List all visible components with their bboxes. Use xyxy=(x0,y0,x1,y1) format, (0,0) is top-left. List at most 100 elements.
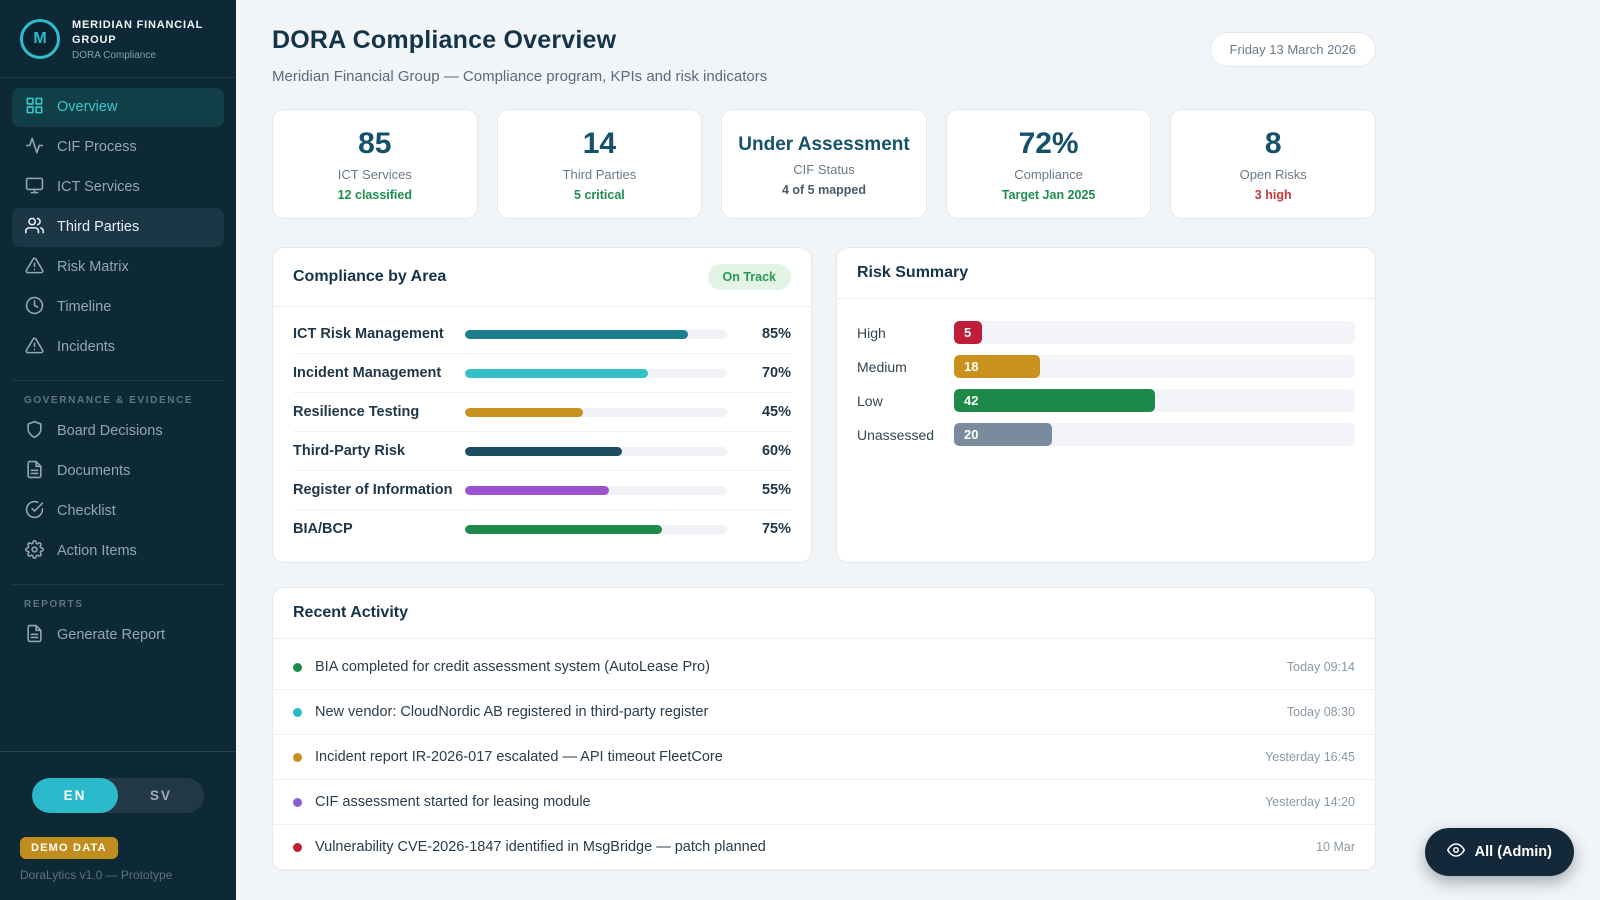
language-option-sv[interactable]: SV xyxy=(118,778,204,813)
compliance-row: Resilience Testing 45% xyxy=(293,393,791,432)
sidebar-item-label: Incidents xyxy=(57,339,115,355)
kpi-row: 85 ICT Services 12 classified 14 Third P… xyxy=(272,109,1376,219)
compliance-label: Third-Party Risk xyxy=(293,443,465,459)
kpi-label: Open Risks xyxy=(1240,167,1307,182)
sidebar-divider xyxy=(12,584,224,585)
activity-timestamp: Yesterday 16:45 xyxy=(1265,750,1355,764)
file-text-icon xyxy=(25,624,44,647)
sidebar-item-label: Board Decisions xyxy=(57,423,163,439)
risk-label: Low xyxy=(857,393,954,409)
page-header: DORA Compliance Overview Meridian Financ… xyxy=(272,26,1376,85)
kpi-value: 72% xyxy=(1019,127,1079,160)
sidebar-item-label: Documents xyxy=(57,463,130,479)
sidebar-item-label: Generate Report xyxy=(57,627,165,643)
activity-text: BIA completed for credit assessment syst… xyxy=(315,659,710,675)
language-toggle[interactable]: EN SV xyxy=(32,778,204,813)
compliance-percent: 45% xyxy=(749,404,791,420)
sidebar-item-generate-report[interactable]: Generate Report xyxy=(12,616,224,655)
risk-fill: 20 xyxy=(954,423,1052,446)
kpi-card-compliance: 72% Compliance Target Jan 2025 xyxy=(946,109,1152,219)
compliance-row: ICT Risk Management 85% xyxy=(293,315,791,354)
activity-icon xyxy=(25,136,44,159)
kpi-label: ICT Services xyxy=(338,167,412,182)
main-content: DORA Compliance Overview Meridian Financ… xyxy=(236,0,1600,871)
compliance-label: Resilience Testing xyxy=(293,404,465,420)
sidebar-item-overview[interactable]: Overview xyxy=(12,88,224,127)
date-chip: Friday 13 March 2026 xyxy=(1210,32,1376,67)
brand: M MERIDIAN FINANCIAL GROUP DORA Complian… xyxy=(0,0,236,78)
kpi-card-ict-services: 85 ICT Services 12 classified xyxy=(272,109,478,219)
risk-track: 18 xyxy=(954,355,1355,378)
sidebar-item-risk-matrix[interactable]: Risk Matrix xyxy=(12,248,224,287)
activity-dot xyxy=(293,843,302,852)
sidebar-nav-governance: Board Decisions Documents Checklist Acti… xyxy=(0,412,236,572)
compliance-percent: 75% xyxy=(749,521,791,537)
progress-fill xyxy=(465,369,648,378)
sidebar-item-label: Overview xyxy=(57,99,117,115)
sidebar-item-label: Action Items xyxy=(57,543,137,559)
compliance-label: Incident Management xyxy=(293,365,465,381)
sidebar-item-checklist[interactable]: Checklist xyxy=(12,492,224,531)
sidebar-divider xyxy=(12,380,224,381)
sidebar-footer: EN SV DEMO DATA DoraLytics v1.0 — Protot… xyxy=(0,751,236,900)
sidebar-item-incidents[interactable]: Incidents xyxy=(12,328,224,367)
sidebar-item-timeline[interactable]: Timeline xyxy=(12,288,224,327)
activity-item: BIA completed for credit assessment syst… xyxy=(273,645,1375,690)
progress-fill xyxy=(465,447,622,456)
compliance-bars: ICT Risk Management 85% Incident Managem… xyxy=(273,307,811,562)
risk-fill: 5 xyxy=(954,321,982,344)
activity-timestamp: 10 Mar xyxy=(1316,840,1355,854)
activity-item: CIF assessment started for leasing modul… xyxy=(273,780,1375,825)
risk-row: Medium 18 xyxy=(857,355,1355,378)
progress-fill xyxy=(465,525,662,534)
risk-track: 42 xyxy=(954,389,1355,412)
sidebar-item-ict-services[interactable]: ICT Services xyxy=(12,168,224,207)
compliance-by-area-panel: Compliance by Area On Track ICT Risk Man… xyxy=(272,247,812,563)
sidebar-item-label: Risk Matrix xyxy=(57,259,129,275)
sidebar-item-documents[interactable]: Documents xyxy=(12,452,224,491)
sidebar-item-action-items[interactable]: Action Items xyxy=(12,532,224,571)
activity-timestamp: Yesterday 14:20 xyxy=(1265,795,1355,809)
compliance-row: BIA/BCP 75% xyxy=(293,510,791,548)
risk-label: Medium xyxy=(857,359,954,375)
page-subtitle: Meridian Financial Group — Compliance pr… xyxy=(272,68,767,85)
monitor-icon xyxy=(25,176,44,199)
activity-item: New vendor: CloudNordic AB registered in… xyxy=(273,690,1375,735)
panel-header: Recent Activity xyxy=(273,588,1375,639)
activity-text: Incident report IR-2026-017 escalated — … xyxy=(315,749,723,765)
activity-dot xyxy=(293,663,302,672)
sidebar-item-third-parties[interactable]: Third Parties xyxy=(12,208,224,247)
kpi-value: Under Assessment xyxy=(738,131,909,156)
eye-icon xyxy=(1447,841,1465,863)
section-label-reports: REPORTS xyxy=(24,599,212,610)
panel-title: Recent Activity xyxy=(293,604,408,622)
kpi-sub: 12 classified xyxy=(338,188,412,202)
progress-fill xyxy=(465,408,583,417)
sidebar-item-cif-process[interactable]: CIF Process xyxy=(12,128,224,167)
activity-text: New vendor: CloudNordic AB registered in… xyxy=(315,704,708,720)
progress-track xyxy=(465,330,727,339)
view-as-admin-button[interactable]: All (Admin) xyxy=(1425,828,1574,876)
kpi-label: CIF Status xyxy=(793,162,854,177)
risk-row: High 5 xyxy=(857,321,1355,344)
compliance-row: Register of Information 55% xyxy=(293,471,791,510)
view-as-label: All (Admin) xyxy=(1475,844,1552,860)
compliance-percent: 55% xyxy=(749,482,791,498)
progress-track xyxy=(465,525,727,534)
progress-track xyxy=(465,486,727,495)
compliance-percent: 85% xyxy=(749,326,791,342)
kpi-value: 14 xyxy=(583,127,616,160)
compliance-label: Register of Information xyxy=(293,482,465,498)
compliance-row: Third-Party Risk 60% xyxy=(293,432,791,471)
language-option-en[interactable]: EN xyxy=(32,778,118,813)
recent-activity-panel: Recent Activity BIA completed for credit… xyxy=(272,587,1376,871)
alert-triangle-icon xyxy=(25,256,44,279)
progress-track xyxy=(465,369,727,378)
activity-timestamp: Today 09:14 xyxy=(1287,660,1355,674)
brand-subtitle: DORA Compliance xyxy=(72,50,216,61)
kpi-label: Compliance xyxy=(1014,167,1083,182)
file-text-icon xyxy=(25,460,44,483)
shield-icon xyxy=(25,420,44,443)
activity-text: Vulnerability CVE-2026-1847 identified i… xyxy=(315,839,766,855)
sidebar-item-board-decisions[interactable]: Board Decisions xyxy=(12,412,224,451)
